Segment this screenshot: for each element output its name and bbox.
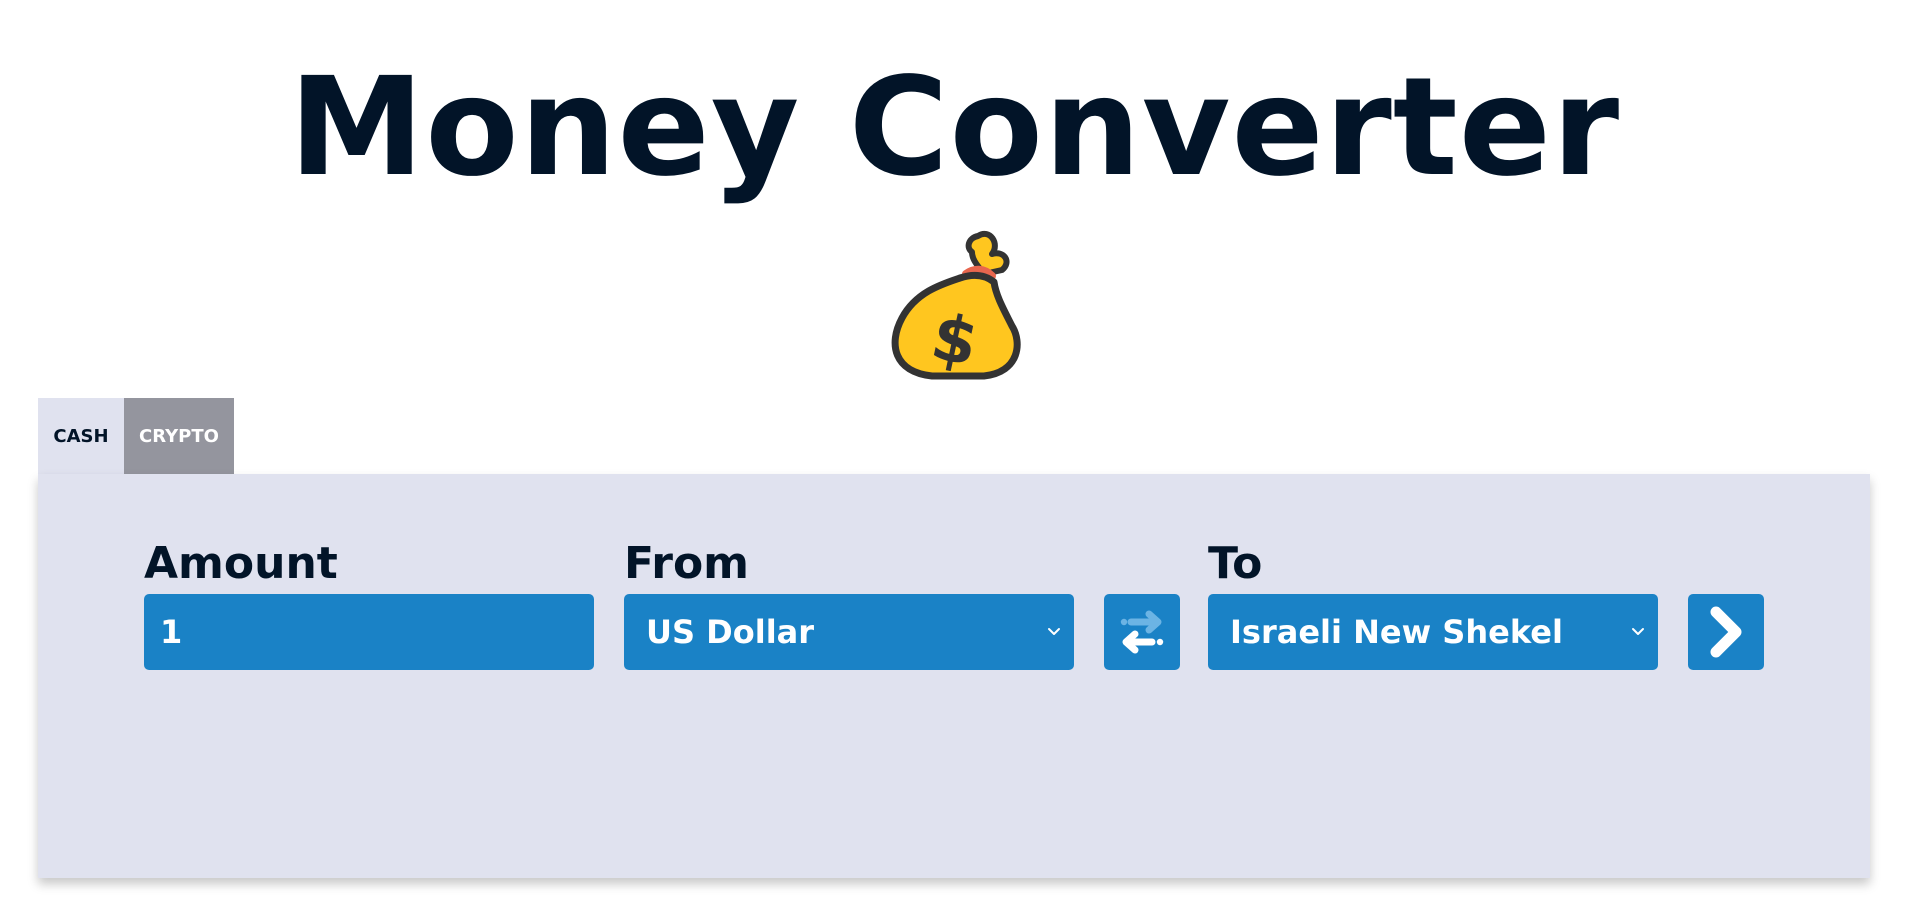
- chevron-down-icon: [1632, 628, 1644, 635]
- money-bag-icon: $: [891, 231, 1021, 382]
- tab-bar: CASH CRYPTO: [38, 398, 234, 474]
- tab-crypto[interactable]: CRYPTO: [124, 398, 234, 474]
- chevron-right-icon: [1710, 606, 1742, 658]
- swap-arrows-icon: [1120, 610, 1164, 654]
- converter-panel: [38, 474, 1870, 878]
- page-title: Money Converter: [288, 49, 1621, 207]
- convert-button[interactable]: [1688, 594, 1764, 670]
- tab-cash[interactable]: CASH: [38, 398, 124, 474]
- from-currency-select[interactable]: US Dollar: [624, 594, 1074, 670]
- page: Money Converter $ CASH CRYPTO Amount Fro…: [0, 0, 1909, 919]
- from-label: From: [624, 538, 750, 589]
- to-currency-value: Israeli New Shekel: [1230, 613, 1563, 651]
- swap-button[interactable]: [1104, 594, 1180, 670]
- to-label: To: [1208, 538, 1263, 589]
- amount-input[interactable]: [144, 594, 594, 670]
- to-currency-select[interactable]: Israeli New Shekel: [1208, 594, 1658, 670]
- chevron-down-icon: [1048, 628, 1060, 635]
- from-currency-value: US Dollar: [646, 613, 815, 651]
- amount-label: Amount: [144, 538, 338, 589]
